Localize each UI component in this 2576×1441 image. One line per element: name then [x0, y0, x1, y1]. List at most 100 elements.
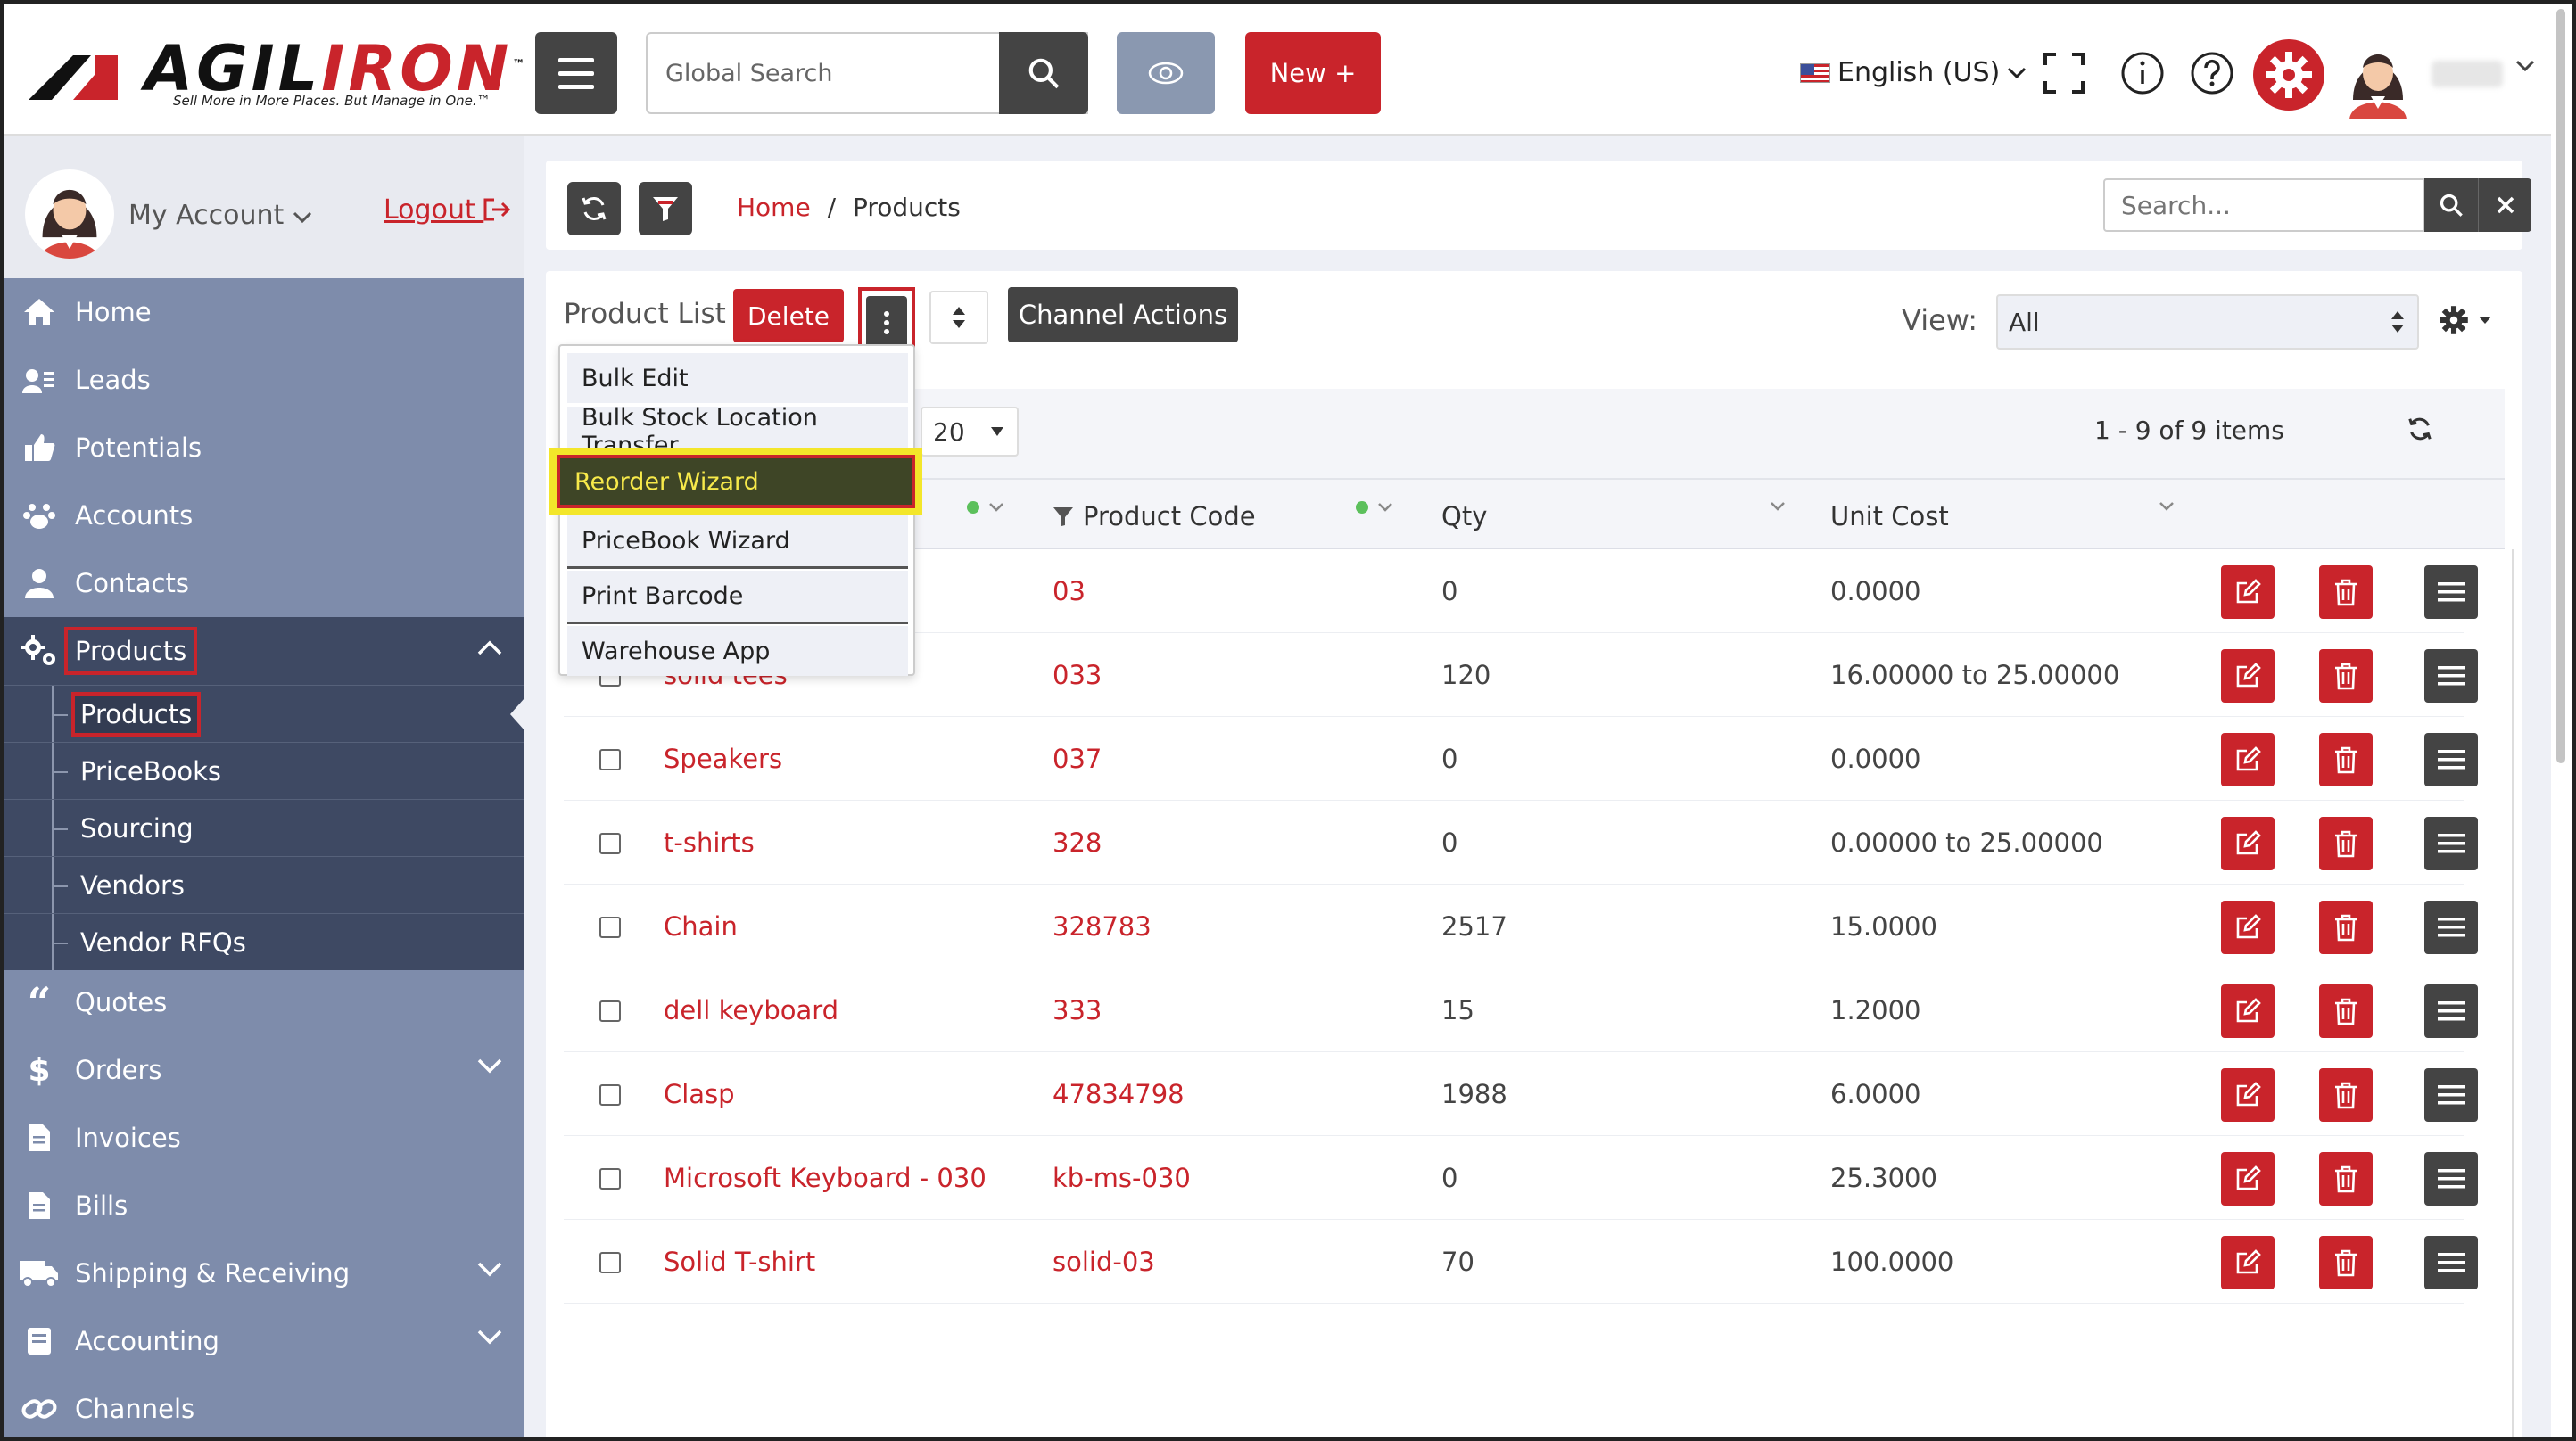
- row-menu-button[interactable]: [2424, 733, 2478, 786]
- product-code-link[interactable]: 328: [1053, 828, 1102, 858]
- delete-row-button[interactable]: [2319, 901, 2373, 954]
- sidebar-subitem-pricebooks[interactable]: PriceBooks: [4, 742, 524, 799]
- product-code-link[interactable]: 333: [1053, 995, 1102, 1025]
- delete-row-button[interactable]: [2319, 1068, 2373, 1122]
- edit-button[interactable]: [2221, 901, 2275, 954]
- row-menu-button[interactable]: [2424, 1152, 2478, 1206]
- row-menu-button[interactable]: [2424, 565, 2478, 619]
- global-search-button[interactable]: [999, 32, 1088, 114]
- product-name-link[interactable]: t-shirts: [664, 828, 755, 858]
- product-name-link[interactable]: Microsoft Keyboard - 030: [664, 1163, 987, 1193]
- row-checkbox[interactable]: [599, 749, 621, 770]
- menu-item-bulk-edit[interactable]: Bulk Edit: [567, 353, 908, 403]
- product-code-link[interactable]: kb-ms-030: [1053, 1163, 1191, 1193]
- user-name-blurred[interactable]: [2432, 61, 2503, 87]
- delete-button[interactable]: Delete: [733, 289, 844, 342]
- agiliron-logo[interactable]: AGILIRON™ Sell More in More Places. But …: [29, 32, 524, 109]
- my-account-dropdown[interactable]: My Account: [128, 200, 312, 231]
- row-menu-button[interactable]: [2424, 901, 2478, 954]
- fullscreen-button[interactable]: [2041, 50, 2087, 96]
- edit-button[interactable]: [2221, 1152, 2275, 1206]
- breadcrumb-home-link[interactable]: Home: [737, 193, 811, 222]
- scrollbar-thumb[interactable]: [2556, 9, 2565, 763]
- sidebar-item-accounts[interactable]: Accounts: [4, 482, 524, 549]
- per-page-select[interactable]: 20: [921, 407, 1019, 457]
- row-menu-button[interactable]: [2424, 984, 2478, 1038]
- sidebar-item-potentials[interactable]: Potentials: [4, 414, 524, 482]
- column-qty-controls[interactable]: [1770, 501, 1786, 512]
- sort-button[interactable]: [929, 291, 988, 344]
- sidebar-item-leads[interactable]: Leads: [4, 346, 524, 414]
- product-code-link[interactable]: 47834798: [1053, 1079, 1185, 1109]
- product-name-link[interactable]: dell keyboard: [664, 995, 838, 1025]
- sidebar-item-shipping[interactable]: Shipping & Receiving: [4, 1239, 524, 1307]
- delete-row-button[interactable]: [2319, 565, 2373, 619]
- list-settings-button[interactable]: [2439, 305, 2492, 335]
- menu-item-warehouse-app[interactable]: Warehouse App: [567, 626, 908, 676]
- table-scrollbar[interactable]: [2512, 549, 2514, 1437]
- product-search-button[interactable]: [2424, 178, 2478, 232]
- list-refresh-button[interactable]: [2407, 416, 2433, 446]
- product-code-link[interactable]: 033: [1053, 660, 1102, 690]
- product-name-link[interactable]: Clasp: [664, 1079, 735, 1109]
- sidebar-item-contacts[interactable]: Contacts: [4, 549, 524, 617]
- product-name-link[interactable]: Speakers: [664, 744, 782, 774]
- product-code-link[interactable]: 328783: [1053, 911, 1152, 942]
- column-unit-cost[interactable]: Unit Cost: [1830, 501, 1949, 531]
- edit-button[interactable]: [2221, 1236, 2275, 1289]
- delete-row-button[interactable]: [2319, 649, 2373, 703]
- preview-button[interactable]: [1117, 32, 1215, 114]
- row-menu-button[interactable]: [2424, 817, 2478, 870]
- row-checkbox[interactable]: [599, 1168, 621, 1190]
- help-button[interactable]: [2189, 50, 2235, 96]
- sidebar-subitem-vendor-rfqs[interactable]: Vendor RFQs: [4, 913, 524, 970]
- row-checkbox[interactable]: [599, 833, 621, 854]
- edit-button[interactable]: [2221, 733, 2275, 786]
- menu-item-reorder-wizard[interactable]: Reorder Wizard: [549, 448, 922, 515]
- language-selector[interactable]: English (US): [1800, 57, 2027, 88]
- sidebar-item-channels[interactable]: Channels: [4, 1375, 524, 1437]
- sidebar-item-bills[interactable]: Bills: [4, 1172, 524, 1239]
- delete-row-button[interactable]: [2319, 1152, 2373, 1206]
- menu-toggle-button[interactable]: [535, 32, 617, 114]
- sidebar-item-invoices[interactable]: Invoices: [4, 1104, 524, 1172]
- clear-search-button[interactable]: [2478, 178, 2531, 232]
- user-menu-caret[interactable]: [2515, 59, 2535, 76]
- row-checkbox[interactable]: [599, 1084, 621, 1106]
- column-name-controls[interactable]: [967, 501, 1004, 514]
- sidebar-item-home[interactable]: Home: [4, 278, 524, 346]
- edit-button[interactable]: [2221, 817, 2275, 870]
- row-checkbox[interactable]: [599, 917, 621, 938]
- row-checkbox[interactable]: [599, 1000, 621, 1022]
- channel-actions-button[interactable]: Channel Actions: [1008, 287, 1238, 342]
- view-select[interactable]: All: [1996, 294, 2419, 350]
- edit-button[interactable]: [2221, 649, 2275, 703]
- column-qty[interactable]: Qty: [1441, 501, 1487, 531]
- row-menu-button[interactable]: [2424, 1236, 2478, 1289]
- delete-row-button[interactable]: [2319, 1236, 2373, 1289]
- column-product-code[interactable]: Product Code: [1053, 501, 1256, 531]
- row-menu-button[interactable]: [2424, 1068, 2478, 1122]
- row-menu-button[interactable]: [2424, 649, 2478, 703]
- new-button[interactable]: New +: [1245, 32, 1381, 114]
- delete-row-button[interactable]: [2319, 984, 2373, 1038]
- menu-item-pricebook-wizard[interactable]: PriceBook Wizard: [567, 515, 908, 569]
- edit-button[interactable]: [2221, 984, 2275, 1038]
- edit-button[interactable]: [2221, 1068, 2275, 1122]
- page-scrollbar[interactable]: [2551, 4, 2572, 1437]
- product-code-link[interactable]: 037: [1053, 744, 1102, 774]
- product-code-link[interactable]: 03: [1053, 576, 1086, 606]
- sidebar-item-orders[interactable]: $ Orders: [4, 1036, 524, 1104]
- product-name-link[interactable]: Chain: [664, 911, 738, 942]
- info-button[interactable]: [2119, 50, 2166, 96]
- settings-button[interactable]: [2253, 39, 2324, 111]
- menu-item-print-barcode[interactable]: Print Barcode: [567, 571, 908, 624]
- row-checkbox[interactable]: [599, 1252, 621, 1273]
- refresh-button[interactable]: [567, 182, 621, 235]
- column-code-controls[interactable]: [1356, 501, 1393, 514]
- sidebar-item-quotes[interactable]: “ Quotes: [4, 968, 524, 1036]
- product-search-input[interactable]: [2103, 178, 2424, 232]
- product-code-link[interactable]: solid-03: [1053, 1247, 1155, 1277]
- delete-row-button[interactable]: [2319, 817, 2373, 870]
- sidebar-item-products[interactable]: Products: [4, 617, 524, 685]
